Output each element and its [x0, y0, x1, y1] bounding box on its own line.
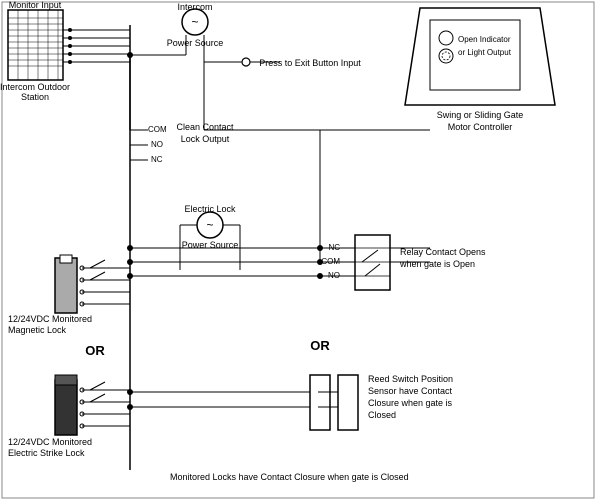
svg-text:Closure when gate is: Closure when gate is — [368, 398, 453, 408]
svg-text:~: ~ — [191, 15, 198, 29]
svg-text:Sensor have Contact: Sensor have Contact — [368, 386, 453, 396]
svg-text:Monitor Input: Monitor Input — [9, 0, 62, 10]
svg-text:COM: COM — [148, 125, 167, 134]
svg-text:12/24VDC Monitored: 12/24VDC Monitored — [8, 314, 92, 324]
svg-text:~: ~ — [206, 218, 213, 232]
svg-text:Electric Lock: Electric Lock — [184, 204, 236, 214]
svg-text:Magnetic Lock: Magnetic Lock — [8, 325, 67, 335]
svg-text:Lock Output: Lock Output — [181, 134, 230, 144]
svg-text:Station: Station — [21, 92, 49, 102]
svg-text:Intercom Outdoor: Intercom Outdoor — [0, 82, 70, 92]
svg-text:or Light Output: or Light Output — [458, 48, 512, 57]
svg-text:Closed: Closed — [368, 410, 396, 420]
svg-text:NC: NC — [151, 155, 163, 164]
wiring-diagram: Monitor Input Intercom Outdoor Station ~… — [0, 0, 596, 500]
svg-text:OR: OR — [310, 338, 330, 353]
svg-text:Intercom: Intercom — [177, 2, 212, 12]
svg-text:Swing or Sliding Gate: Swing or Sliding Gate — [437, 110, 524, 120]
svg-text:12/24VDC Monitored: 12/24VDC Monitored — [8, 437, 92, 447]
svg-text:when gate is Open: when gate is Open — [399, 259, 475, 269]
svg-text:Electric Strike Lock: Electric Strike Lock — [8, 448, 85, 458]
svg-text:Monitored Locks have Contact C: Monitored Locks have Contact Closure whe… — [170, 472, 409, 482]
svg-text:Press to Exit Button Input: Press to Exit Button Input — [259, 58, 361, 68]
svg-text:NO: NO — [151, 140, 163, 149]
svg-text:Motor Controller: Motor Controller — [448, 122, 513, 132]
svg-text:Reed Switch Position: Reed Switch Position — [368, 374, 453, 384]
svg-text:OR: OR — [85, 343, 105, 358]
svg-text:Power Source: Power Source — [167, 38, 224, 48]
svg-text:Open Indicator: Open Indicator — [458, 35, 511, 44]
